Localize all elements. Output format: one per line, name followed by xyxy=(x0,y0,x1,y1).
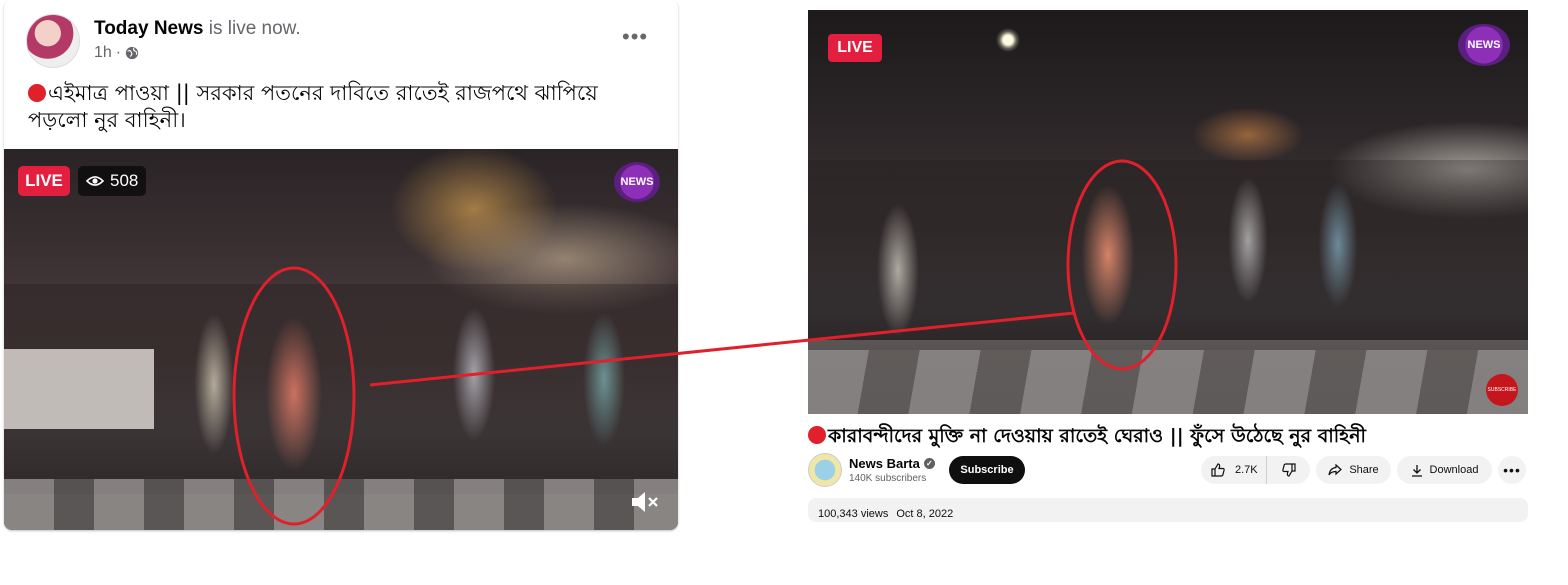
like-dislike-group: 2.7K xyxy=(1201,456,1310,484)
subscriber-count: 140K subscribers xyxy=(849,473,927,484)
post-options-button[interactable]: ••• xyxy=(622,24,648,50)
video-scene-road xyxy=(4,479,678,530)
subscribe-button[interactable]: Subscribe xyxy=(949,456,1025,484)
post-time[interactable]: 1h xyxy=(94,44,112,62)
download-label: Download xyxy=(1429,464,1479,476)
video-title: কারাবন্দীদের মুক্তি না দেওয়ায় রাতেই ঘে… xyxy=(808,424,1548,448)
subscribe-watermark[interactable]: SUBSCRIBE xyxy=(1486,374,1518,406)
facebook-post-card: Today News is live now. 1h · ••• এইমাত্র… xyxy=(4,0,678,530)
download-icon xyxy=(1411,464,1422,477)
viewer-count-badge: 508 xyxy=(78,166,147,196)
channel-avatar[interactable] xyxy=(808,453,842,487)
muted-speaker-icon[interactable] xyxy=(630,489,660,515)
like-count: 2.7K xyxy=(1235,464,1258,476)
share-label: Share xyxy=(1349,464,1379,476)
viewer-count: 508 xyxy=(110,171,139,190)
dislike-button[interactable] xyxy=(1267,456,1310,484)
red-circle-emoji-icon xyxy=(28,84,46,102)
thumbs-down-icon xyxy=(1281,463,1296,477)
view-count: 100,343 views xyxy=(818,508,889,520)
eye-icon xyxy=(86,176,104,186)
video-description-box[interactable]: 100,343 views Oct 8, 2022 xyxy=(808,498,1528,522)
video-title-text: কারাবন্দীদের মুক্তি না দেওয়ায় রাতেই ঘে… xyxy=(828,425,1366,447)
news-channel-logo: NEWS xyxy=(614,162,660,202)
video-scene-road xyxy=(808,350,1528,414)
facebook-live-video[interactable]: LIVE 508 NEWS xyxy=(4,149,678,530)
video-scene-banner xyxy=(4,349,154,429)
share-button[interactable]: Share xyxy=(1316,456,1391,484)
verified-check-icon: ✓ xyxy=(923,458,935,469)
red-circle-emoji-icon xyxy=(808,426,826,444)
post-meta: 1h · xyxy=(94,44,139,62)
download-button[interactable]: Download xyxy=(1397,456,1492,484)
globe-icon xyxy=(126,46,139,60)
post-header: Today News is live now. xyxy=(94,18,301,40)
more-actions-button[interactable]: ••• xyxy=(1498,456,1526,484)
share-arrow-icon xyxy=(1328,464,1343,476)
meta-separator: · xyxy=(115,44,122,61)
live-badge: LIVE xyxy=(828,34,882,62)
upload-date: Oct 8, 2022 xyxy=(896,508,954,520)
youtube-video-player[interactable]: LIVE NEWS SUBSCRIBE xyxy=(808,10,1528,414)
thumbs-up-icon xyxy=(1211,463,1225,477)
page-avatar[interactable] xyxy=(26,14,80,68)
caption-text: এইমাত্র পাওয়া || সরকার পতনের দাবিতে রাত… xyxy=(28,81,598,132)
channel-name-row: News Barta ✓ xyxy=(849,456,935,471)
page-name[interactable]: Today News xyxy=(94,18,203,39)
post-caption: এইমাত্র পাওয়া || সরকার পতনের দাবিতে রাত… xyxy=(28,80,638,134)
channel-name[interactable]: News Barta xyxy=(849,456,920,471)
live-status-text: is live now. xyxy=(208,18,301,39)
video-scene-crowd xyxy=(808,160,1528,340)
live-badge: LIVE xyxy=(18,166,70,196)
like-button[interactable]: 2.7K xyxy=(1201,456,1267,484)
news-channel-logo: NEWS xyxy=(1458,24,1510,66)
